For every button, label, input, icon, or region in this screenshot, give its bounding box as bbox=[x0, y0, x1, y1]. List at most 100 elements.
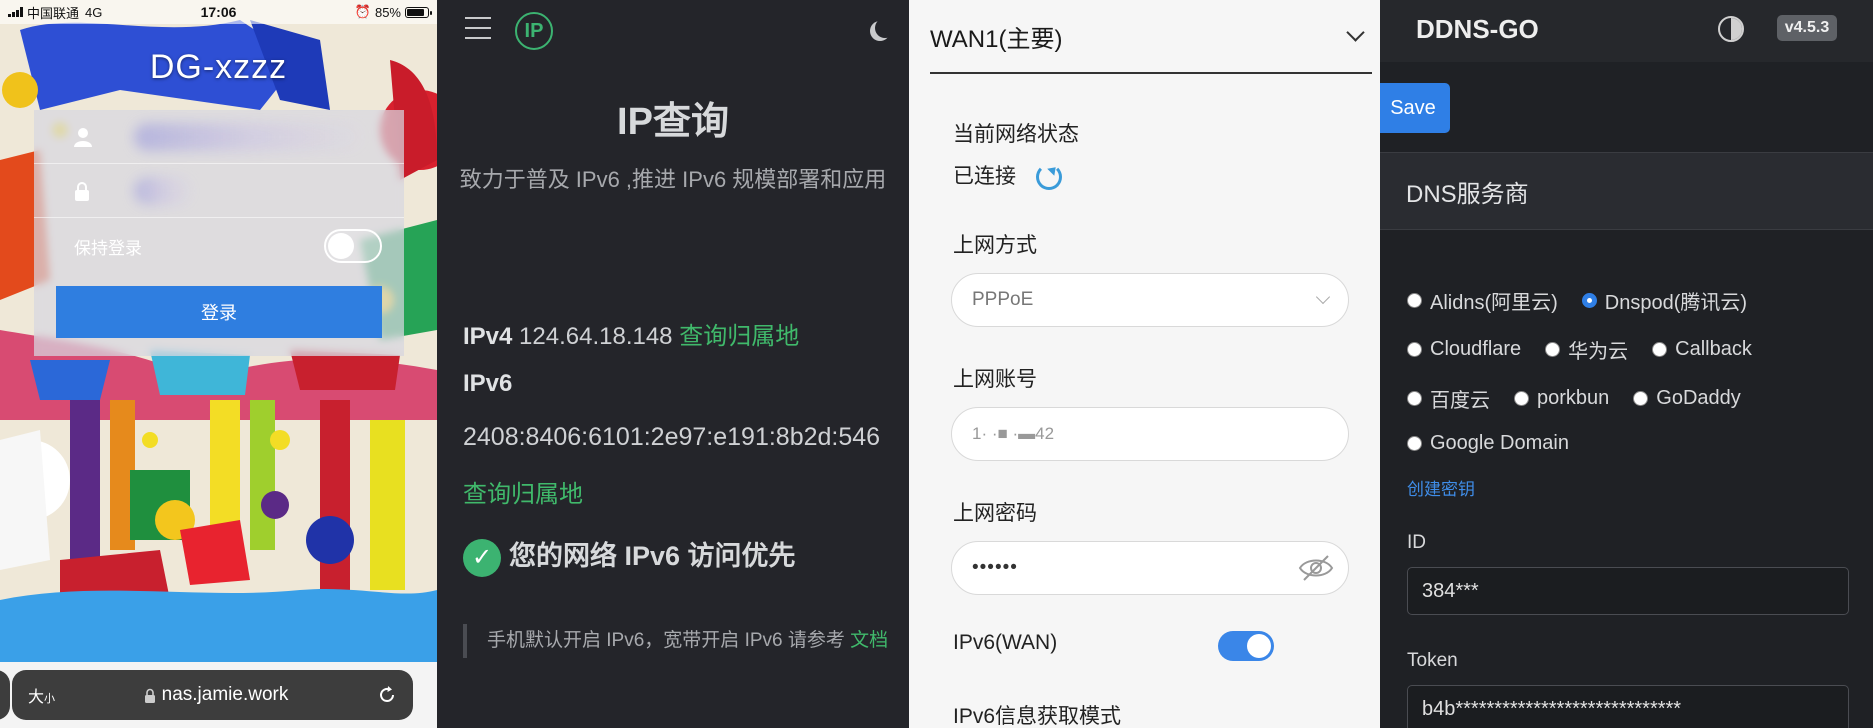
hamburger-menu-icon[interactable] bbox=[465, 17, 491, 39]
provider-alidns-radio[interactable]: Alidns(阿里云) bbox=[1407, 286, 1558, 315]
refresh-icon[interactable] bbox=[1036, 164, 1062, 191]
token-label: Token bbox=[1407, 650, 1458, 671]
lock-icon bbox=[144, 688, 155, 703]
lock-icon bbox=[75, 181, 89, 201]
provider-callback-radio[interactable]: Callback bbox=[1652, 335, 1752, 364]
ipv4-lookup-link[interactable]: 查询归属地 bbox=[679, 323, 799, 350]
notice-quote: 手机默认开启 IPv6，宽带开启 IPv6 请参考 文档 bbox=[463, 624, 893, 658]
ipv4-label: IPv4 bbox=[463, 323, 513, 350]
safari-toolbar: 大小 nas.jamie.work bbox=[0, 662, 437, 728]
ip-logo-icon: IP bbox=[515, 12, 553, 50]
account-label: 上网账号 bbox=[953, 368, 1037, 391]
dns-provider-section-title: DNS服务商 bbox=[1380, 152, 1873, 230]
account-value: 1· ·■ ·▬42 bbox=[972, 424, 1055, 443]
previous-tab-pill[interactable] bbox=[0, 670, 10, 720]
user-icon bbox=[74, 127, 92, 147]
ipv6-priority-line: ✓ 您的网络 IPv6 访问优先 bbox=[463, 534, 796, 577]
page-title: IP查询 bbox=[617, 101, 729, 143]
password-label: 上网密码 bbox=[953, 502, 1037, 525]
ipv6-priority-text: 您的网络 IPv6 访问优先 bbox=[509, 541, 796, 571]
login-form: 保持登录 登录 bbox=[34, 110, 404, 356]
connection-method-label: 上网方式 bbox=[953, 234, 1037, 257]
top-bar: IP bbox=[437, 0, 909, 60]
ipv6-wan-toggle[interactable] bbox=[1218, 631, 1274, 661]
provider-row-2: Cloudflare 华为云 Callback bbox=[1407, 335, 1752, 364]
radio-icon bbox=[1407, 293, 1422, 308]
token-input[interactable]: b4b***************************** bbox=[1407, 685, 1849, 728]
remember-toggle[interactable] bbox=[324, 229, 382, 263]
battery-icon bbox=[405, 6, 432, 18]
page-subtitle: 致力于普及 IPv6 ,推进 IPv6 规模部署和应用 bbox=[459, 167, 887, 192]
clock: 17:06 bbox=[200, 4, 237, 20]
provider-row-4: Google Domain bbox=[1407, 432, 1569, 455]
provider-porkbun-radio[interactable]: porkbun bbox=[1514, 384, 1609, 413]
login-button[interactable]: 登录 bbox=[56, 286, 382, 338]
address-bar[interactable]: 大小 nas.jamie.work bbox=[12, 670, 413, 720]
password-value-blurred bbox=[134, 176, 194, 205]
id-input[interactable]: 384*** bbox=[1407, 567, 1849, 615]
provider-huawei-radio[interactable]: 华为云 bbox=[1545, 335, 1628, 364]
notice-text: 手机默认开启 IPv6，宽带开启 IPv6 请参考 bbox=[487, 630, 845, 651]
provider-google-domain-radio[interactable]: Google Domain bbox=[1407, 432, 1569, 455]
remember-label: 保持登录 bbox=[74, 238, 142, 258]
url-text: nas.jamie.work bbox=[161, 684, 289, 705]
chevron-down-icon bbox=[1346, 22, 1365, 42]
docs-link[interactable]: 文档 bbox=[850, 630, 888, 651]
radio-checked-icon bbox=[1581, 293, 1597, 308]
create-key-link[interactable]: 创建密钥 bbox=[1407, 475, 1475, 500]
theme-toggle-icon[interactable] bbox=[1718, 16, 1744, 42]
wan-title: WAN1(主要) bbox=[930, 25, 1063, 53]
router-wan-panel: WAN1(主要) 当前网络状态 已连接 上网方式 PPPoE 上网账号 1· ·… bbox=[909, 0, 1380, 728]
app-title: DG-xzzz bbox=[149, 48, 288, 86]
provider-row-1: Alidns(阿里云) Dnspod(腾讯云) bbox=[1407, 286, 1747, 315]
login-panel: 中国联通 4G 17:06 ⏰ 85% DG-xzzz 保持登录 登录 大小 n… bbox=[0, 0, 437, 728]
account-input[interactable]: 1· ·■ ·▬42 bbox=[951, 407, 1349, 461]
id-label: ID bbox=[1407, 532, 1426, 553]
ipv6-label: IPv6 bbox=[463, 370, 513, 397]
network-status-value: 已连接 bbox=[953, 160, 1062, 191]
ios-status-bar: 中国联通 4G 17:06 ⏰ 85% bbox=[0, 0, 437, 24]
ipv6-wan-label: IPv6(WAN) bbox=[953, 631, 1058, 654]
radio-icon bbox=[1407, 391, 1422, 406]
ipv6-lookup-link[interactable]: 查询归属地 bbox=[463, 474, 583, 509]
token-value: b4b***************************** bbox=[1422, 697, 1682, 720]
password-field[interactable] bbox=[34, 164, 404, 218]
connection-method-value: PPPoE bbox=[972, 289, 1034, 310]
provider-godaddy-radio[interactable]: GoDaddy bbox=[1633, 384, 1741, 413]
username-value-blurred bbox=[134, 122, 364, 151]
radio-icon bbox=[1633, 391, 1649, 406]
radio-icon bbox=[1652, 342, 1668, 357]
ipv6-mode-label: IPv6信息获取模式 bbox=[953, 705, 1122, 728]
save-button[interactable]: Save bbox=[1380, 83, 1450, 133]
version-badge: v4.5.3 bbox=[1777, 15, 1837, 41]
eye-off-icon[interactable] bbox=[1298, 554, 1334, 582]
provider-cloudflare-radio[interactable]: Cloudflare bbox=[1407, 335, 1521, 364]
ddns-go-panel: DDNS-GO v4.5.3 Save DNS服务商 Alidns(阿里云) D… bbox=[1380, 0, 1873, 728]
id-value: 384*** bbox=[1422, 579, 1479, 602]
radio-icon bbox=[1545, 342, 1561, 357]
provider-dnspod-radio[interactable]: Dnspod(腾讯云) bbox=[1581, 286, 1747, 315]
username-field[interactable] bbox=[34, 110, 404, 164]
reload-icon[interactable] bbox=[377, 685, 397, 705]
provider-row-3: 百度云 porkbun GoDaddy bbox=[1407, 384, 1741, 413]
top-bar: DDNS-GO v4.5.3 bbox=[1380, 0, 1873, 62]
radio-icon bbox=[1407, 436, 1422, 451]
ipv4-line: IPv4 124.64.18.148 查询归属地 bbox=[463, 316, 799, 351]
radio-icon bbox=[1514, 391, 1529, 406]
ipv4-value: 124.64.18.148 bbox=[519, 323, 673, 350]
wan-selector[interactable]: WAN1(主要) bbox=[930, 0, 1372, 74]
provider-baidu-radio[interactable]: 百度云 bbox=[1407, 384, 1490, 413]
check-circle-icon: ✓ bbox=[463, 538, 501, 577]
password-input[interactable]: •••••• bbox=[951, 541, 1349, 595]
brand-title: DDNS-GO bbox=[1416, 14, 1539, 44]
chevron-down-icon bbox=[1315, 289, 1331, 305]
remember-row: 保持登录 bbox=[34, 218, 404, 274]
connection-method-select[interactable]: PPPoE bbox=[951, 273, 1349, 327]
ipv6-value: 2408:8406:6101:2e97:e191:8b2d:546 bbox=[463, 423, 881, 451]
password-value: •••••• bbox=[972, 557, 1018, 578]
dark-mode-moon-icon[interactable] bbox=[875, 18, 895, 38]
radio-icon bbox=[1407, 342, 1422, 357]
network-status-label: 当前网络状态 bbox=[953, 123, 1079, 146]
ip-lookup-panel: IP IP查询 致力于普及 IPv6 ,推进 IPv6 规模部署和应用 IPv4… bbox=[437, 0, 909, 728]
text-size-button[interactable]: 大小 bbox=[28, 683, 55, 707]
